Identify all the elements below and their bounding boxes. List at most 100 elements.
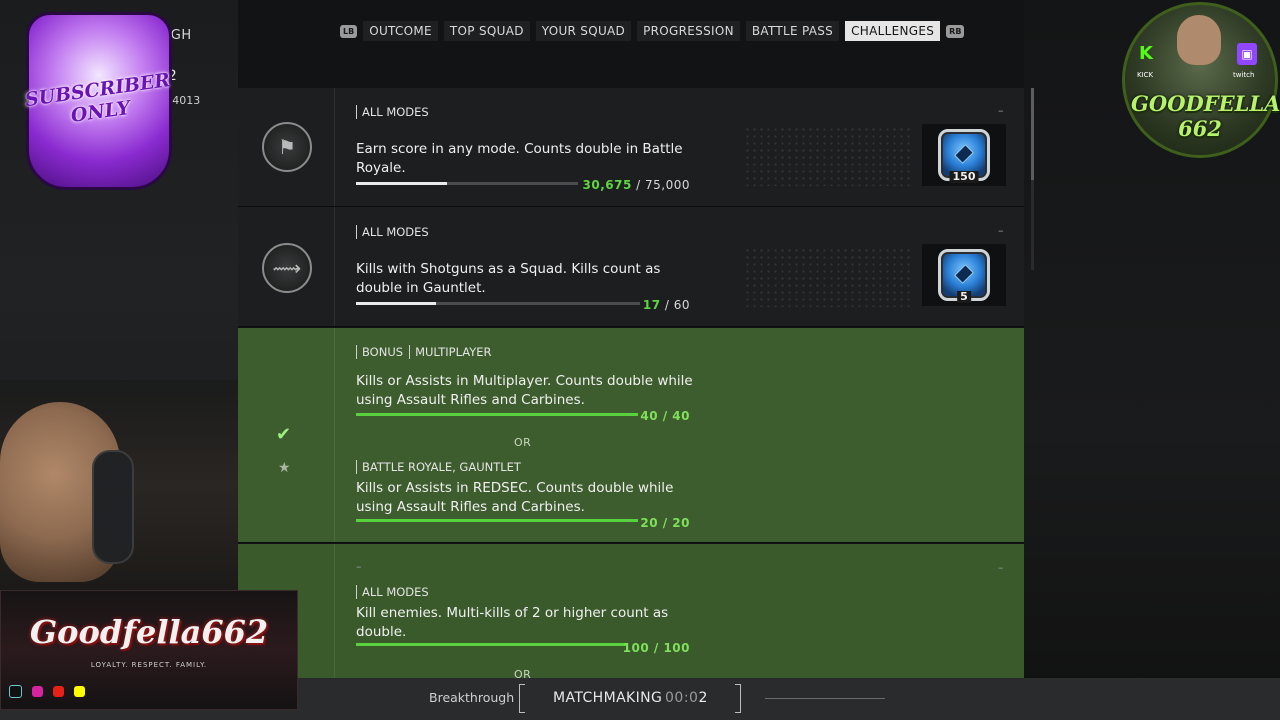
star-icon: ★ xyxy=(278,460,291,476)
challenge-card-kill-enemies[interactable]: – ALL MODES Kill enemies. Multi-kills of… xyxy=(238,544,1024,681)
reward-quantity: 150 xyxy=(949,171,979,183)
progress-separator: / xyxy=(660,298,674,312)
matchmaking-divider xyxy=(765,698,885,699)
mode-tag: ALL MODES xyxy=(356,585,429,599)
streamer-banner: Goodfella662 LOYALTY. RESPECT. FAMILY. xyxy=(0,590,298,710)
progress-count: 17 / 60 xyxy=(570,298,690,312)
challenge-card-score[interactable]: ⚑ ALL MODES Earn score in any mode. Coun… xyxy=(238,88,1024,207)
reward-tile[interactable]: 5 xyxy=(922,244,1006,306)
progress-count: 40 / 40 xyxy=(570,409,690,423)
progress-fill xyxy=(356,302,436,305)
progress-current: 100 xyxy=(622,641,650,655)
progress-current: 17 xyxy=(642,298,661,312)
tab-outcome[interactable]: OUTCOME xyxy=(363,21,438,41)
progress-total: 40 xyxy=(672,409,690,423)
streamer-brand-logo: K KICK ▣ twitch GOODFELLA 662 xyxy=(1122,2,1280,158)
challenge-card-shotgun[interactable]: ⟿ ALL MODES Kills with Shotguns as a Squ… xyxy=(238,207,1024,327)
snapchat-icon xyxy=(74,686,85,697)
banner-title: Goodfella662 xyxy=(29,613,269,651)
progress-fill xyxy=(356,182,448,185)
tab-battle-pass[interactable]: BATTLE PASS xyxy=(745,21,840,41)
tab-progression[interactable]: PROGRESSION xyxy=(637,21,740,41)
game-mode-label: Breakthrough xyxy=(429,690,515,705)
reward-quantity: 5 xyxy=(957,291,971,303)
dot-pattern xyxy=(744,247,914,307)
bonus-tag: BONUS xyxy=(356,345,403,359)
top-tab-bar: LB OUTCOME TOP SQUAD YOUR SQUAD PROGRESS… xyxy=(340,21,965,41)
subscriber-badge-text: SUBSCRIBER ONLY xyxy=(23,69,172,127)
tiktok-icon xyxy=(9,685,22,698)
card-menu-indicator[interactable]: – xyxy=(998,561,1004,574)
dot-pattern xyxy=(744,126,914,186)
challenge-description: Kill enemies. Multi-kills of 2 or higher… xyxy=(356,605,669,640)
youtube-icon xyxy=(53,686,64,697)
card-pre-indicator: – xyxy=(356,560,362,573)
progress-separator: / xyxy=(631,178,645,192)
progress-total: 20 xyxy=(672,516,690,530)
alt-challenge-description: Kills or Assists in REDSEC. Counts doubl… xyxy=(356,480,674,515)
card-menu-indicator[interactable]: – xyxy=(998,224,1004,237)
snapchat-link xyxy=(74,686,85,697)
challenge-icon-column: ⚑ xyxy=(238,88,335,206)
mode-tag: BATTLE ROYALE, GAUNTLET xyxy=(356,460,521,474)
timer-lit: 2 xyxy=(698,690,708,706)
timer-dim: 00:0 xyxy=(665,690,699,706)
progress-current: 40 xyxy=(640,409,659,423)
checkmark-icon: ✔ xyxy=(276,424,292,445)
progress-total: 75,000 xyxy=(645,178,690,192)
progress-separator: / xyxy=(658,409,673,423)
mode-tag: ALL MODES xyxy=(356,105,429,119)
headset xyxy=(92,450,134,564)
matchmaking-bracket-left xyxy=(519,684,525,713)
or-divider: OR xyxy=(514,436,532,449)
shotgun-medal-icon: ⟿ xyxy=(262,243,312,293)
instagram-icon xyxy=(32,686,43,697)
scrollbar-thumb[interactable] xyxy=(1031,88,1034,180)
challenge-description: Kills with Shotguns as a Squad. Kills co… xyxy=(356,261,661,296)
progress-count: 30,675 / 75,000 xyxy=(570,178,690,192)
twitch-label: twitch xyxy=(1233,71,1255,79)
kick-icon: K xyxy=(1139,43,1153,64)
progress-bar xyxy=(356,182,578,185)
scrollbar-track[interactable] xyxy=(1031,180,1034,270)
twitch-icon: ▣ xyxy=(1237,43,1257,65)
challenge-description: Earn score in any mode. Counts double in… xyxy=(356,141,683,176)
alt-challenge-tags: BATTLE ROYALE, GAUNTLET xyxy=(356,460,521,474)
progress-count: 100 / 100 xyxy=(570,641,690,655)
flag-medal-icon: ⚑ xyxy=(262,122,312,172)
challenge-icon-column: ⟿ xyxy=(238,207,335,326)
progress-total: 60 xyxy=(673,298,690,312)
social-links xyxy=(9,685,85,698)
progress-separator: / xyxy=(649,641,664,655)
challenge-tags: ALL MODES xyxy=(356,225,429,239)
alt-progress-count: 20 / 20 xyxy=(570,516,690,530)
challenge-tags: ALL MODES xyxy=(356,105,429,119)
matchmaking-status: MATCHMAKING xyxy=(553,690,663,706)
challenge-tags: BONUS MULTIPLAYER xyxy=(356,345,492,359)
challenge-card-kills-assists[interactable]: ✔ ★ BONUS MULTIPLAYER Kills or Assists i… xyxy=(238,328,1024,612)
matchmaking-timer: 00:02 xyxy=(665,690,708,706)
mode-tag: MULTIPLAYER xyxy=(409,345,492,359)
challenge-tags: ALL MODES xyxy=(356,585,429,599)
banner-motto: LOYALTY. RESPECT. FAMILY. xyxy=(90,661,208,669)
streamer-portrait xyxy=(1177,15,1221,65)
youtube-link xyxy=(53,686,64,697)
reward-tile[interactable]: 150 xyxy=(922,124,1006,186)
mode-tag: ALL MODES xyxy=(356,225,429,239)
progress-total: 100 xyxy=(663,641,690,655)
matchmaking-bracket-right xyxy=(735,684,741,713)
progress-current: 20 xyxy=(640,516,659,530)
progress-current: 30,675 xyxy=(582,178,632,192)
card-menu-indicator[interactable]: – xyxy=(998,104,1004,117)
right-bumper-hint[interactable]: RB xyxy=(946,24,965,38)
challenge-icon-column: ✔ ★ xyxy=(238,328,335,542)
challenge-description: Kills or Assists in Multiplayer. Counts … xyxy=(356,373,693,408)
webcam-feed xyxy=(0,380,238,590)
tab-top-squad[interactable]: TOP SQUAD xyxy=(443,21,530,41)
left-bumper-hint[interactable]: LB xyxy=(340,24,358,38)
progress-separator: / xyxy=(658,516,673,530)
tab-challenges[interactable]: CHALLENGES xyxy=(845,21,941,41)
brand-name: GOODFELLA 662 xyxy=(1131,91,1280,141)
tab-your-squad[interactable]: YOUR SQUAD xyxy=(535,21,632,41)
instagram-link xyxy=(32,686,43,697)
